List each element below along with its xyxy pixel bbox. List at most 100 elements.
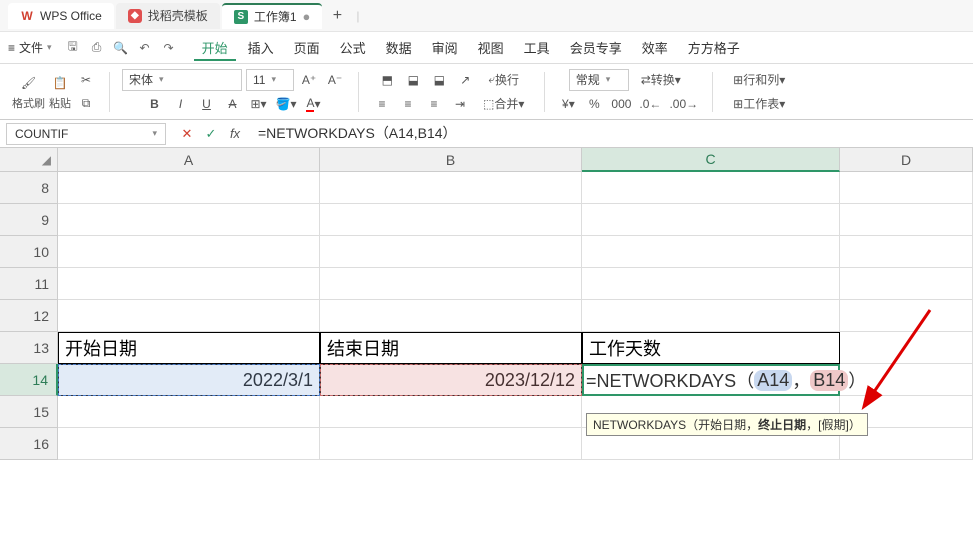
- menu-ffgz[interactable]: 方方格子: [680, 34, 748, 61]
- cell[interactable]: [320, 204, 582, 236]
- app-tab[interactable]: W WPS Office: [8, 3, 114, 29]
- rowcol-button[interactable]: ⊞ 行和列▾: [725, 69, 793, 91]
- menu-efficiency[interactable]: 效率: [634, 34, 676, 61]
- name-box[interactable]: COUNTIF ▾: [6, 123, 166, 145]
- font-color-button[interactable]: A▾: [302, 93, 324, 115]
- font-size-combo[interactable]: 11 ▾: [246, 69, 294, 91]
- cell[interactable]: [320, 172, 582, 204]
- cell[interactable]: [582, 300, 840, 332]
- menu-start[interactable]: 开始: [194, 34, 236, 61]
- indent-icon[interactable]: ⇥: [449, 93, 471, 115]
- bold-button[interactable]: B: [144, 93, 166, 115]
- cell[interactable]: [58, 300, 320, 332]
- cell-a13[interactable]: 开始日期: [58, 332, 320, 364]
- align-bottom-icon[interactable]: ⬓: [428, 69, 450, 91]
- font-name-combo[interactable]: 宋体 ▾: [122, 69, 242, 91]
- cell[interactable]: [58, 428, 320, 460]
- row-header[interactable]: 11: [0, 268, 58, 300]
- cell[interactable]: [840, 236, 973, 268]
- menu-tools[interactable]: 工具: [516, 34, 558, 61]
- cell[interactable]: [58, 236, 320, 268]
- redo-icon[interactable]: ↷: [160, 39, 178, 57]
- cell[interactable]: [320, 428, 582, 460]
- cell[interactable]: [320, 300, 582, 332]
- cell[interactable]: [320, 236, 582, 268]
- align-middle-icon[interactable]: ⬓: [402, 69, 424, 91]
- cell-b13[interactable]: 结束日期: [320, 332, 582, 364]
- menu-member[interactable]: 会员专享: [562, 34, 630, 61]
- italic-button[interactable]: I: [170, 93, 192, 115]
- menu-view[interactable]: 视图: [470, 34, 512, 61]
- cell[interactable]: [582, 236, 840, 268]
- tab-workbook[interactable]: S 工作簿1 ●: [222, 3, 323, 29]
- row-header[interactable]: 9: [0, 204, 58, 236]
- fx-button[interactable]: fx: [226, 125, 244, 143]
- row-header[interactable]: 15: [0, 396, 58, 428]
- currency-icon[interactable]: ¥▾: [557, 93, 579, 115]
- cell-c13[interactable]: 工作天数: [582, 332, 840, 364]
- column-header-a[interactable]: A: [58, 148, 320, 172]
- cell[interactable]: [840, 300, 973, 332]
- decrease-decimal-icon[interactable]: .0←: [637, 93, 663, 115]
- copy-icon[interactable]: ⧉: [75, 92, 97, 114]
- confirm-formula-button[interactable]: ✓: [202, 125, 220, 143]
- cell[interactable]: [840, 332, 973, 364]
- cell[interactable]: [582, 204, 840, 236]
- column-header-d[interactable]: D: [840, 148, 973, 172]
- formula-input[interactable]: =NETWORKDAYS（A14,B14）: [250, 123, 973, 145]
- function-tooltip[interactable]: NETWORKDAYS（开始日期，终止日期，[假期]）: [586, 413, 868, 436]
- cancel-formula-button[interactable]: ✕: [178, 125, 196, 143]
- align-left-icon[interactable]: ≡: [371, 93, 393, 115]
- align-right-icon[interactable]: ≡: [423, 93, 445, 115]
- cell[interactable]: [840, 268, 973, 300]
- fill-color-button[interactable]: 🪣▾: [274, 93, 299, 115]
- menu-formula[interactable]: 公式: [332, 34, 374, 61]
- cell[interactable]: [582, 268, 840, 300]
- convert-button[interactable]: ⇄ 转换▾: [633, 69, 689, 91]
- cell[interactable]: [320, 268, 582, 300]
- cell[interactable]: [58, 172, 320, 204]
- cell[interactable]: [840, 204, 973, 236]
- file-menu[interactable]: ≡ 文件 ▾: [8, 39, 52, 56]
- row-header[interactable]: 13: [0, 332, 58, 364]
- row-header[interactable]: 16: [0, 428, 58, 460]
- strikethrough-button[interactable]: A: [222, 93, 244, 115]
- row-header[interactable]: 10: [0, 236, 58, 268]
- cut-icon[interactable]: ✂: [75, 69, 97, 91]
- merge-button[interactable]: ⬚ 合并▾: [475, 93, 532, 115]
- cell[interactable]: [58, 268, 320, 300]
- menu-insert[interactable]: 插入: [240, 34, 282, 61]
- inline-formula-editor[interactable]: =NETWORKDAYS（A14，B14）: [582, 364, 870, 396]
- worksheet-button[interactable]: ⊞ 工作表▾: [725, 93, 793, 115]
- save-icon[interactable]: 🖫: [64, 39, 82, 57]
- cell[interactable]: [840, 172, 973, 204]
- orientation-icon[interactable]: ↗: [454, 69, 476, 91]
- number-format-combo[interactable]: 常规 ▾: [569, 69, 629, 91]
- cell[interactable]: [582, 172, 840, 204]
- percent-icon[interactable]: %: [583, 93, 605, 115]
- align-center-icon[interactable]: ≡: [397, 93, 419, 115]
- column-header-b[interactable]: B: [320, 148, 582, 172]
- undo-icon[interactable]: ↶: [136, 39, 154, 57]
- cell[interactable]: [58, 204, 320, 236]
- format-painter-icon[interactable]: 🖌: [18, 72, 40, 94]
- preview-icon[interactable]: 🔍: [112, 39, 130, 57]
- border-button[interactable]: ⊞▾: [248, 93, 270, 115]
- row-header[interactable]: 8: [0, 172, 58, 204]
- column-header-c[interactable]: C: [582, 148, 840, 172]
- tab-templates[interactable]: ◆ 找稻壳模板: [116, 3, 220, 29]
- menu-review[interactable]: 审阅: [424, 34, 466, 61]
- paste-icon[interactable]: 📋: [49, 72, 71, 94]
- align-top-icon[interactable]: ⬒: [376, 69, 398, 91]
- menu-page[interactable]: 页面: [286, 34, 328, 61]
- increase-font-icon[interactable]: A⁺: [298, 69, 320, 91]
- increase-decimal-icon[interactable]: .00→: [667, 93, 700, 115]
- row-header[interactable]: 14: [0, 364, 58, 396]
- select-all-corner[interactable]: ◢: [0, 148, 58, 172]
- comma-icon[interactable]: 000: [609, 93, 633, 115]
- menu-data[interactable]: 数据: [378, 34, 420, 61]
- cell-b14[interactable]: 2023/12/12: [320, 364, 582, 396]
- print-icon[interactable]: ⎙: [88, 39, 106, 57]
- wrap-button[interactable]: ⤶ 换行: [480, 69, 527, 91]
- row-header[interactable]: 12: [0, 300, 58, 332]
